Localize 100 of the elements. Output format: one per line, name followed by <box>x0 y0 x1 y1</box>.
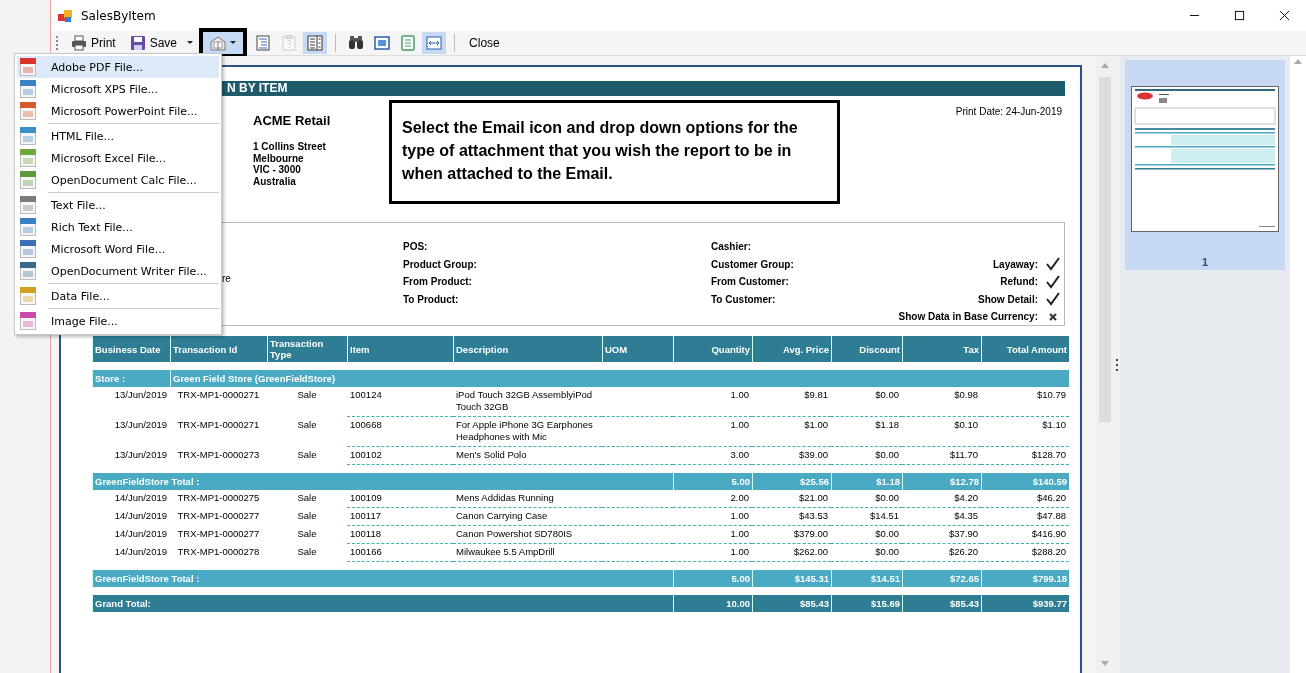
table-cell: $46.20 <box>981 490 1069 508</box>
filter-label: From Product: <box>403 276 473 288</box>
table-cell-text: Sale <box>296 448 318 462</box>
menu-item[interactable]: Text File... <box>17 194 219 216</box>
total-cell: $14.51 <box>831 570 902 587</box>
table-cell-text: Sale <box>296 527 318 541</box>
scrollbar[interactable] <box>1096 56 1115 673</box>
table-cell: $9.81 <box>752 387 831 417</box>
option-label: Show Data in Base Currency: <box>898 311 1038 323</box>
menu-item[interactable]: HTML File... <box>17 125 219 147</box>
toolbar-grip-icon <box>56 35 59 51</box>
table-cell: $288.20 <box>981 544 1069 562</box>
menu-item[interactable]: Rich Text File... <box>17 216 219 238</box>
table-cell-text: Sale <box>296 509 318 523</box>
table-cell: $10.79 <box>981 387 1069 417</box>
app-icon <box>57 7 73 24</box>
total-cell: 10.00 <box>673 595 752 612</box>
report-title: N BY ITEM <box>227 81 288 95</box>
column-header: Total Amount <box>981 336 1069 362</box>
table-cell: Canon Powershot SD780IS <box>453 526 602 544</box>
table-cell-text: 14/Jun/2019 <box>113 545 168 559</box>
menu-item[interactable]: Microsoft Word File... <box>17 238 219 260</box>
table-cell-text: TRX-MP1-0000271 <box>176 388 261 402</box>
table-cell-text: TRX-MP1-0000277 <box>176 527 261 541</box>
page-thumbnail[interactable]: 1 <box>1125 60 1285 270</box>
address-line: VIC - 3000 <box>253 164 301 176</box>
page-icon <box>400 35 417 51</box>
print-button[interactable]: Print <box>65 32 122 54</box>
scroll-up-icon[interactable] <box>1294 59 1302 64</box>
table-cell-text: Sale <box>296 388 318 402</box>
filter-label: POS: <box>403 241 429 253</box>
total-cell: $25.56 <box>752 473 831 490</box>
total-cell: $85.43 <box>902 595 981 612</box>
splitter-grip-icon[interactable] <box>1116 358 1119 371</box>
maximize-icon[interactable] <box>1234 10 1245 21</box>
menu-item[interactable]: Microsoft XPS File... <box>17 78 219 100</box>
scroll-up-icon[interactable] <box>1101 63 1110 68</box>
menu-item[interactable]: OpenDocument Writer File... <box>17 260 219 282</box>
table-cell: 100102 <box>347 447 453 465</box>
total-cell: $85.43 <box>752 595 831 612</box>
binoculars-icon <box>348 35 365 51</box>
scrollbar[interactable] <box>1290 56 1306 673</box>
table-cell: $21.00 <box>752 490 831 508</box>
table-cell-text: 13/Jun/2019 <box>113 448 168 462</box>
filter-label: Product Group: <box>403 258 478 270</box>
caret-icon[interactable] <box>187 41 194 45</box>
filter-label: To Customer: <box>711 293 777 305</box>
table-cell: 1.00 <box>673 544 752 562</box>
column-header: Description <box>453 336 602 362</box>
column-header: Transaction Id <box>170 336 267 362</box>
table-cell: $379.00 <box>752 526 831 544</box>
table-cell: 1.00 <box>673 417 752 447</box>
menu-item[interactable]: Adobe PDF File... <box>17 56 219 78</box>
close-button[interactable]: Close <box>463 32 506 54</box>
table-cell-text: TRX-MP1-0000275 <box>176 491 261 505</box>
table-cell-text: Sale <box>296 491 318 505</box>
close-icon[interactable] <box>1279 10 1290 21</box>
column-header: Transaction Type <box>267 336 347 362</box>
page-width-button[interactable] <box>422 32 447 54</box>
table-cell: 1.00 <box>673 526 752 544</box>
menu-item[interactable]: Microsoft Excel File... <box>17 147 219 169</box>
scroll-down-icon[interactable] <box>1101 661 1110 666</box>
table-cell: 100117 <box>347 508 453 526</box>
filter-label: Cashier: <box>711 241 752 253</box>
thumbnails-button[interactable] <box>303 32 328 54</box>
total-label: GreenFieldStore Total : <box>92 570 673 587</box>
total-cell: $1.18 <box>831 473 902 490</box>
table-cell: $39.00 <box>752 447 831 465</box>
table-cell: $0.00 <box>831 490 902 508</box>
table-cell: $43.53 <box>752 508 831 526</box>
menu-item[interactable]: Image File... <box>17 310 219 332</box>
table-cell: $262.00 <box>752 544 831 562</box>
option-label: Refund: <box>1000 276 1038 288</box>
table-cell: Men's Solid Polo <box>453 447 602 465</box>
total-label: GreenFieldStore Total : <box>92 473 673 490</box>
table-cell: $1.10 <box>981 417 1069 447</box>
columns-icon <box>307 35 324 51</box>
table-cell: 100668 <box>347 417 453 447</box>
table-cell: 3.00 <box>673 447 752 465</box>
column-header: Avg. Price <box>752 336 831 362</box>
total-cell: $15.69 <box>831 595 902 612</box>
table-cell-text: 13/Jun/2019 <box>113 388 168 402</box>
menu-item[interactable]: OpenDocument Calc File... <box>17 169 219 191</box>
caret-icon <box>230 41 237 45</box>
table-cell: 100166 <box>347 544 453 562</box>
printer-icon <box>71 35 87 51</box>
table-cell: $0.00 <box>831 526 902 544</box>
table-cell: $0.00 <box>831 544 902 562</box>
table-cell: $37.90 <box>902 526 981 544</box>
group-label: Store : <box>92 370 170 387</box>
menu-item[interactable]: Data File... <box>17 285 219 307</box>
menu-item[interactable]: Microsoft PowerPoint File... <box>17 100 219 122</box>
fit-width-icon <box>426 35 443 51</box>
total-cell: $799.18 <box>981 570 1069 587</box>
table-cell-text: 13/Jun/2019 <box>113 418 168 432</box>
table-cell: iPod Touch 32GB AssemblyiPod Touch 32GB <box>453 387 602 417</box>
table-cell: $11.70 <box>902 447 981 465</box>
table-cell: $14.51 <box>831 508 902 526</box>
help-icon <box>281 35 298 51</box>
group-name: Green Field Store (GreenFieldStore) <box>170 370 1069 387</box>
